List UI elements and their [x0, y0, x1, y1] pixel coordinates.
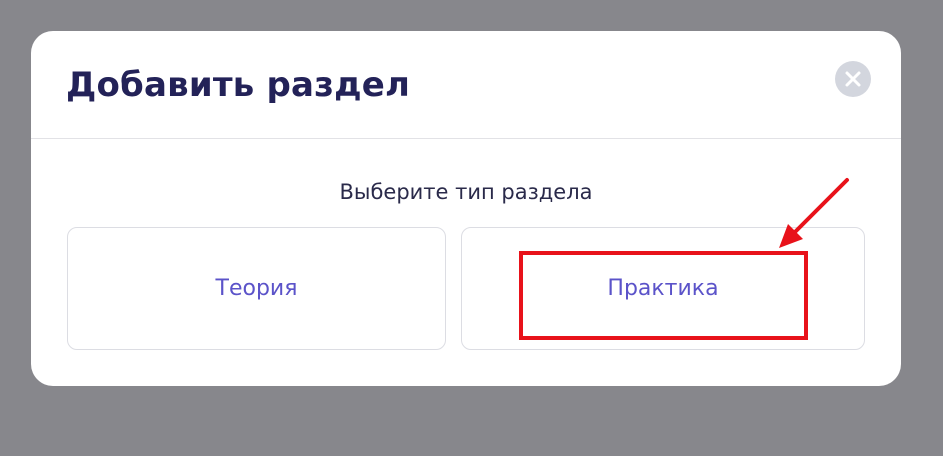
close-button[interactable] [835, 61, 871, 97]
option-theory-card[interactable]: Теория [67, 227, 446, 350]
dialog-title: Добавить раздел [66, 65, 411, 105]
option-theory-label: Теория [215, 276, 298, 301]
section-type-prompt: Выберите тип раздела [339, 180, 593, 204]
add-section-dialog: Добавить раздел Выберите тип раздела Тео… [31, 31, 901, 386]
dialog-header: Добавить раздел [31, 31, 901, 139]
close-icon [845, 71, 861, 87]
option-practice-card[interactable]: Практика [461, 227, 865, 350]
option-practice-label: Практика [607, 276, 719, 301]
